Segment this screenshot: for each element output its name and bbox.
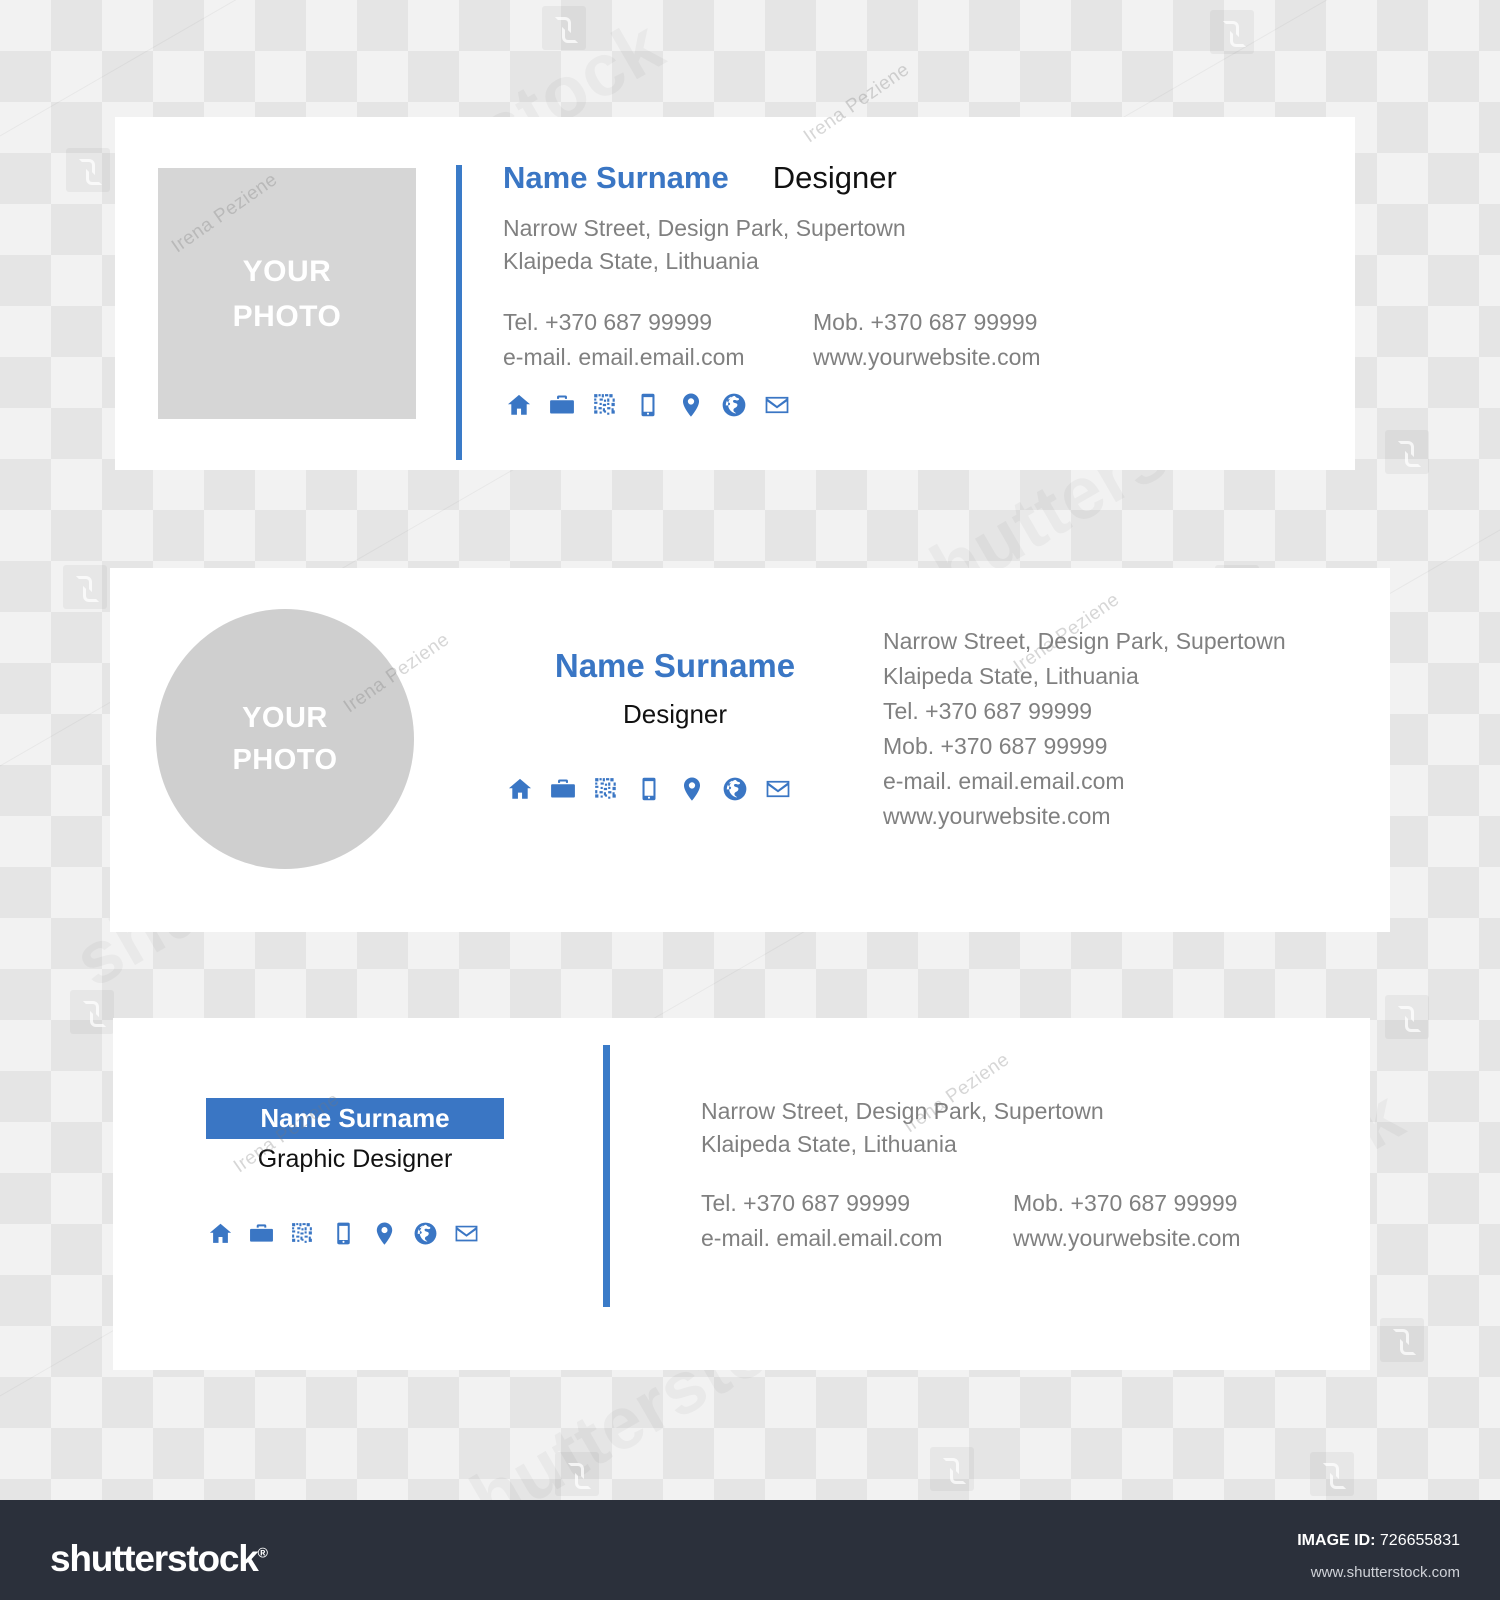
image-id-value: 726655831 (1379, 1532, 1460, 1549)
contact-email: e-mail. email.email.com (883, 767, 1125, 794)
qr-code-icon[interactable] (592, 392, 618, 418)
contact-block: Tel. +370 687 99999 e-mail. email.email.… (503, 305, 1041, 375)
photo-placeholder-line1: YOUR (242, 701, 328, 734)
shutterstock-logo[interactable]: shutterstock® (50, 1538, 268, 1580)
contact-tel: Tel. +370 687 99999 (701, 1190, 911, 1216)
contact-mob: Mob. +370 687 99999 (883, 732, 1108, 759)
photo-placeholder-line1: YOUR (242, 254, 332, 288)
address-line-1: Narrow Street, Design Park, Supertown (883, 628, 1286, 654)
screenshot-root: shutterstock shutterstock shutterstock s… (0, 0, 1500, 1600)
contact-column-right: Mob. +370 687 99999 www.yourwebsite.com (1013, 1186, 1241, 1256)
home-icon[interactable] (208, 1221, 233, 1246)
contact-block: Tel. +370 687 99999 e-mail. email.email.… (701, 1186, 1241, 1256)
envelope-icon[interactable] (765, 776, 791, 802)
globe-icon[interactable] (413, 1221, 438, 1246)
person-name: Name Surname (554, 647, 796, 684)
address-block: Narrow Street, Design Park, Supertown Kl… (701, 1095, 1104, 1162)
photo-placeholder[interactable]: YOUR PHOTO (156, 609, 414, 869)
briefcase-icon[interactable] (249, 1221, 274, 1246)
image-id-label: IMAGE ID: (1297, 1532, 1376, 1549)
business-card-3: Name Surname Graphic Designer Narrow Str… (113, 1018, 1370, 1370)
contact-website: www.yourwebsite.com (813, 343, 1041, 370)
photo-placeholder-line2: PHOTO (232, 744, 338, 776)
business-card-1: YOUR PHOTO Name Surname Designer Narrow … (115, 117, 1355, 470)
contact-mob: Mob. +370 687 99999 (813, 309, 1038, 335)
briefcase-icon[interactable] (550, 776, 576, 802)
contact-column-left: Tel. +370 687 99999 e-mail. email.email.… (701, 1186, 1013, 1256)
image-id-line: IMAGE ID: 726655831 (1297, 1532, 1460, 1550)
contact-email: e-mail. email.email.com (701, 1224, 943, 1251)
contact-tel: Tel. +370 687 99999 (503, 309, 713, 335)
contact-mob: Mob. +370 687 99999 (1013, 1190, 1238, 1216)
registered-mark: ® (257, 1544, 268, 1561)
name-banner: Name Surname (206, 1098, 504, 1139)
briefcase-icon[interactable] (549, 392, 575, 418)
shutterstock-footer-bar: shutterstock® IMAGE ID: 726655831 www.sh… (0, 1500, 1500, 1600)
address-line-1: Narrow Street, Design Park, Supertown (503, 215, 906, 241)
social-icon-row (506, 392, 790, 418)
address-line-1: Narrow Street, Design Park, Supertown (701, 1098, 1104, 1124)
home-icon[interactable] (506, 392, 532, 418)
contact-email: e-mail. email.email.com (503, 343, 745, 370)
globe-icon[interactable] (721, 392, 747, 418)
person-role: Designer (772, 160, 897, 195)
address-block: Narrow Street, Design Park, Supertown Kl… (503, 212, 906, 279)
mobile-phone-icon[interactable] (635, 392, 661, 418)
contact-column-right: Mob. +370 687 99999 www.yourwebsite.com (813, 305, 1041, 375)
mobile-phone-icon[interactable] (331, 1221, 356, 1246)
photo-placeholder[interactable]: YOUR PHOTO (158, 168, 416, 419)
person-role: Graphic Designer (257, 1145, 453, 1173)
location-pin-icon[interactable] (679, 776, 705, 802)
person-name: Name Surname (260, 1103, 450, 1133)
address-line-2: Klaipeda State, Lithuania (701, 1131, 957, 1158)
envelope-icon[interactable] (764, 392, 790, 418)
shutterstock-logo-text: shutterstock (50, 1538, 259, 1579)
social-icon-row (208, 1221, 479, 1246)
globe-icon[interactable] (722, 776, 748, 802)
social-icon-row (507, 776, 791, 802)
card-header: Name Surname Designer (503, 160, 897, 196)
qr-code-icon[interactable] (593, 776, 619, 802)
contact-block: Narrow Street, Design Park, Supertown Kl… (883, 624, 1286, 834)
footer-meta: IMAGE ID: 726655831 www.shutterstock.com (1297, 1532, 1460, 1581)
contact-website: www.yourwebsite.com (1013, 1224, 1241, 1251)
envelope-icon[interactable] (454, 1221, 479, 1246)
location-pin-icon[interactable] (678, 392, 704, 418)
qr-code-icon[interactable] (290, 1221, 315, 1246)
accent-divider (456, 165, 462, 460)
home-icon[interactable] (507, 776, 533, 802)
accent-divider (603, 1045, 610, 1307)
person-role: Designer (622, 699, 728, 729)
address-line-2: Klaipeda State, Lithuania (503, 248, 759, 275)
contact-tel: Tel. +370 687 99999 (883, 697, 1093, 724)
mobile-phone-icon[interactable] (636, 776, 662, 802)
business-card-2: YOUR PHOTO Name Surname Designer Narrow … (110, 568, 1390, 932)
location-pin-icon[interactable] (372, 1221, 397, 1246)
address-line-2: Klaipeda State, Lithuania (883, 662, 1139, 689)
footer-url[interactable]: www.shutterstock.com (1297, 1564, 1460, 1581)
person-name: Name Surname (503, 160, 729, 195)
photo-placeholder-line2: PHOTO (232, 299, 342, 333)
contact-website: www.yourwebsite.com (883, 802, 1111, 829)
contact-column-left: Tel. +370 687 99999 e-mail. email.email.… (503, 305, 813, 375)
